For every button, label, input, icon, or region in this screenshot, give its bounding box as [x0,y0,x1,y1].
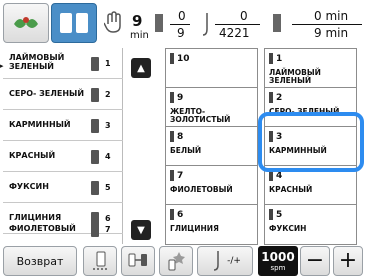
time-divider [292,24,362,25]
spool-icon [91,88,99,102]
grid-cell-1[interactable]: 1 ЛАЙМОВЫЙ ЗЕЛЕНЫЙ [264,48,357,89]
thread-list-name: СЕРО- ЗЕЛЕНЫЙ [9,88,85,98]
spool-icon [91,181,99,195]
time-total: 9 min [314,26,349,40]
spool-single-button[interactable] [83,246,117,276]
cell-num: 9 [177,93,184,103]
stitch-time-unit: min [130,30,149,41]
thread-list-name: ФУКСИН [9,181,49,191]
thread-list-item-2[interactable]: СЕРО- ЗЕЛЕНЫЙ 2 [3,79,123,110]
spool-swap-icon [128,253,147,267]
cell-num: 4 [276,171,283,181]
thread-list-num: 5 [105,183,111,192]
color-count-current: 0 [178,9,186,23]
thread-list-item-7[interactable]: ФИОЛЕТОВЫЙ 7 [3,214,123,245]
stitch-time-value: 9 [132,12,143,30]
spool-icon [269,209,273,220]
minus-icon: − [305,248,325,273]
thread-list-num: 4 [105,152,111,161]
cell-name: ГЛИЦИНИЯ [170,224,219,233]
thread-list-item-4[interactable]: КРАСНЫЙ 4 [3,141,123,172]
cell-num: 1 [276,54,283,64]
thread-list-item-5[interactable]: ФУКСИН 5 [3,172,123,203]
plus-icon: + [338,248,358,273]
spool-icon [91,57,99,71]
flower-view-button[interactable] [3,3,49,43]
scroll-down-button[interactable]: ▼ [131,220,151,240]
color-count-spool-icon [155,14,163,32]
speed-unit: spm [270,263,286,272]
cell-name: БЕЛЫЙ [170,146,202,155]
minus-button[interactable]: − [300,246,330,276]
stitch-count-current: 0 [240,9,248,23]
hand-icon [104,11,121,33]
cell-name: ФУКСИН [269,224,307,233]
spool-icon [269,92,273,103]
hook-icon [214,251,219,271]
plus-button[interactable]: + [333,246,363,276]
thread-list-num: 3 [105,121,111,130]
flower-icon [14,17,38,28]
cell-name: ЛАЙМОВЫЙ ЗЕЛЕНЫЙ [269,68,321,86]
grid-cell-10[interactable]: 10 [165,48,258,89]
thread-spool-view-button[interactable] [51,3,97,43]
hook-button[interactable]: -/+ [197,246,253,276]
spool-icon [170,92,174,103]
thread-list-name: ЛАЙМОВЫЙ ЗЕЛЕНЫЙ [9,53,65,71]
spool-icon [91,223,99,237]
grid-cell-8[interactable]: 8 БЕЛЫЙ [165,126,258,167]
cell-num: 10 [177,54,190,64]
palette-icon [168,252,185,271]
cell-num: 5 [276,210,283,220]
hook-label: -/+ [227,256,241,266]
cell-name: КРАСНЫЙ [269,185,313,194]
spool-single-icon [93,251,109,270]
back-button-label: Возврат [16,254,64,268]
spool-swap-button[interactable] [121,246,155,276]
back-button[interactable]: Возврат [3,246,77,276]
time-current: 0 min [314,9,349,23]
spool-icon [60,13,88,33]
thread-list-num: 7 [105,225,111,234]
spool-icon [91,119,99,133]
stitch-count-total: 4221 [219,26,250,40]
spool-icon [170,209,174,220]
time-spool-icon [273,14,281,32]
thread-list-item-1[interactable]: ЛАЙМОВЫЙ ЗЕЛЕНЫЙ 1 [3,48,123,79]
cell-num: 2 [276,93,283,103]
thread-list-num: 2 [105,90,111,99]
color-count-total: 9 [177,26,185,40]
speed-value: 1000 [261,249,295,264]
grid-cell-5[interactable]: 5 ФУКСИН [264,204,357,245]
speed-display: 1000 spm [258,246,298,276]
thread-list-name: ФИОЛЕТОВЫЙ [9,224,76,234]
spool-icon [91,150,99,164]
cell-num: 8 [177,132,184,142]
cell-num: 7 [177,171,184,181]
grid-cell-9[interactable]: 9 ЖЕЛТО- ЗОЛОТИСТЫЙ [165,87,258,128]
palette-button[interactable] [159,246,193,276]
thread-list-name: КРАСНЫЙ [9,150,56,160]
spool-icon [170,170,174,181]
thread-list-num: 1 [105,59,111,68]
spool-icon [170,53,174,64]
cell-name: ЖЕЛТО- ЗОЛОТИСТЫЙ [170,107,231,125]
grid-cell-6[interactable]: 6 ГЛИЦИНИЯ [165,204,258,245]
thread-list-name: КАРМИННЫЙ [9,119,71,129]
stitch-count-divider [215,24,260,25]
thread-list-item-3[interactable]: КАРМИННЫЙ 3 [3,110,123,141]
spool-icon [269,53,273,64]
cell-name: ФИОЛЕТОВЫЙ [170,185,233,194]
selection-highlight [258,112,364,172]
scroll-up-button[interactable]: ▲ [131,58,151,78]
grid-cell-7[interactable]: 7 ФИОЛЕТОВЫЙ [165,165,258,206]
needle-icon [202,13,208,36]
cell-num: 6 [177,210,184,220]
embroidery-screen: 9 min 0 9 0 4221 0 min 9 min ▸ ЛАЙМОВЫЙ … [0,0,366,280]
color-count-divider [170,24,190,25]
spool-icon [170,131,174,142]
